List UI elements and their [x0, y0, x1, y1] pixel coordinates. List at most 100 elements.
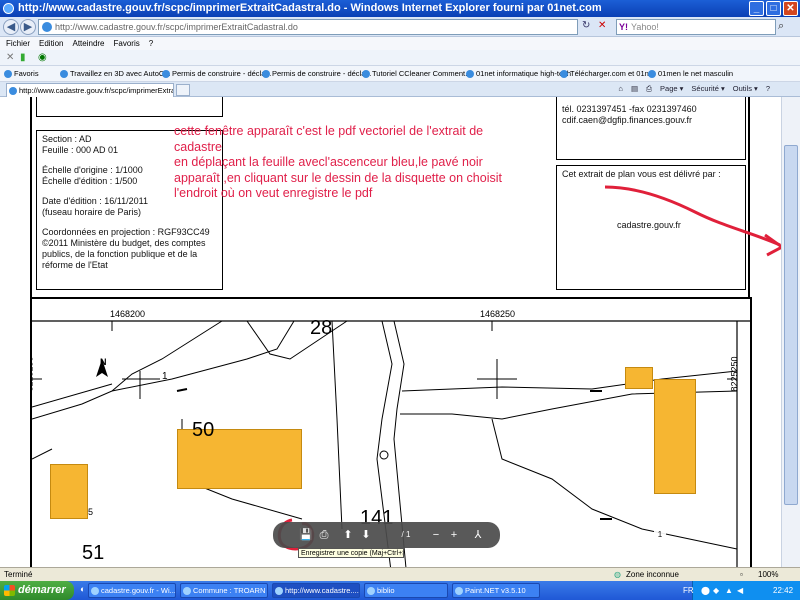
system-tray: FR ⬤ ◆ ▲ ◀ 22:42	[683, 581, 800, 600]
back-icon[interactable]: ◀	[3, 19, 19, 35]
zoom-in-icon[interactable]: +	[447, 528, 461, 542]
window-title: http://www.cadastre.gouv.fr/scpc/imprime…	[18, 2, 602, 14]
menu-file[interactable]: Fichier	[6, 37, 30, 50]
taskbar-item-active[interactable]: http://www.cadastre....	[272, 583, 360, 598]
tab-active[interactable]: http://www.cadastre.gouv.fr/scpc/imprime…	[6, 83, 174, 97]
favorites-button[interactable]: Favoris	[4, 66, 39, 81]
taskbar-item[interactable]: cadastre.gouv.fr - Wi...	[88, 583, 176, 598]
info-copyright-1: ©2011 Ministère du budget, des comptes	[42, 238, 206, 248]
feeds-icon[interactable]: ▤	[631, 84, 638, 94]
parcel-label: 5	[88, 507, 94, 517]
stop-icon[interactable]: ✕	[598, 20, 606, 31]
signal-icon: ▮	[20, 52, 26, 63]
contact-box: tél. 0231397451 -fax 0231397460 cdif.cae…	[556, 97, 746, 160]
zoom-out-icon[interactable]: −	[429, 528, 443, 542]
close-button[interactable]: ✕	[783, 1, 798, 16]
building	[625, 367, 653, 389]
page-total: / 1	[401, 530, 411, 539]
coord-top-right: 1468250	[480, 309, 516, 319]
menu-goto[interactable]: Atteindre	[72, 37, 104, 50]
parcel-label: 1	[162, 371, 168, 382]
page-icon	[42, 22, 52, 32]
vertical-scrollbar[interactable]	[781, 97, 800, 567]
favorite-link[interactable]: 01net informatique high-tech	[466, 66, 571, 81]
close-toolbar-icon[interactable]: ✕	[6, 52, 14, 63]
info-projection: Coordonnées en projection : RGF93CC49	[42, 227, 210, 237]
address-url: http://www.cadastre.gouv.fr/scpc/imprime…	[55, 22, 298, 32]
tools-menu[interactable]: Outils ▾	[733, 84, 758, 94]
contact-email: cdif.caen@dgfip.finances.gouv.fr	[562, 115, 693, 125]
zone-text: Zone inconnue	[626, 570, 679, 579]
menu-help[interactable]: ?	[149, 37, 153, 50]
taskbar-item[interactable]: biblio	[364, 583, 448, 598]
search-input[interactable]: Y! Yahoo!	[616, 19, 776, 35]
taskbar: démarrer ◐ cadastre.gouv.fr - Wi... Comm…	[0, 581, 800, 600]
forward-icon[interactable]: ▶	[20, 19, 36, 35]
tray-icon[interactable]: ◆	[713, 581, 719, 600]
page-number-input[interactable]: 1	[654, 528, 666, 542]
security-menu[interactable]: Sécurité ▾	[691, 84, 724, 94]
annotation-arrow	[604, 185, 781, 257]
save-tooltip: Enregistrer une copie (Maj+Ctrl+S)	[298, 548, 404, 558]
search-icon[interactable]: ⌕	[778, 20, 784, 33]
scrollbar-thumb[interactable]	[784, 145, 798, 505]
status-bar: Terminé ◍ Zone inconnue ▫ 100%	[0, 567, 800, 581]
favorite-link[interactable]: Travaillez en 3D avec AutoC...	[60, 66, 171, 81]
refresh-green-icon[interactable]: ◉	[38, 52, 47, 63]
tray-icon[interactable]: ⬤	[701, 581, 710, 600]
prev-page-icon[interactable]: ⬆	[341, 528, 355, 542]
contact-phone: tél. 0231397451 -fax 0231397460	[562, 104, 697, 114]
page-menu[interactable]: Page ▾	[660, 84, 683, 94]
parcel-label: 51	[82, 542, 105, 564]
globe-icon: ◍	[614, 570, 621, 579]
north-label: N	[100, 357, 107, 367]
pdf-floating-toolbar: 💾 ⎙ ⬆ ⬇ 1 / 1 − + ⅄	[273, 522, 666, 548]
quicklaunch-icon[interactable]: ◐	[80, 584, 85, 594]
favorite-link[interactable]: Permis de construire - décla...	[162, 66, 272, 81]
menu-bar: Fichier Edition Atteindre Favoris ?	[0, 37, 800, 50]
save-copy-icon[interactable]: 💾	[299, 528, 313, 542]
help-icon[interactable]: ?	[766, 84, 770, 94]
language-indicator[interactable]: FR	[683, 581, 694, 600]
acrobat-icon[interactable]: ⅄	[471, 528, 485, 542]
tab-bar: http://www.cadastre.gouv.fr/scpc/imprime…	[0, 82, 800, 97]
refresh-icon[interactable]: ↻	[582, 20, 590, 31]
coord-left: 8225250	[30, 356, 35, 392]
taskbar-item[interactable]: Commune : TROARN ...	[180, 583, 268, 598]
favorites-bar: Favoris Travaillez en 3D avec AutoC... P…	[0, 66, 800, 82]
status-text: Terminé	[4, 570, 33, 579]
favorite-link[interactable]: Télécharger.com et 01net	[560, 66, 655, 81]
maximize-button[interactable]: □	[766, 1, 781, 16]
next-page-icon[interactable]: ⬇	[359, 528, 373, 542]
home-icon[interactable]: ⌂	[618, 84, 623, 94]
pdf-viewer[interactable]: Section : AD Feuille : 000 AD 01 Échelle…	[0, 97, 781, 567]
print-icon[interactable]: ⎙	[646, 84, 652, 94]
annotation-text: cette fenêtre apparaît c'est le pdf vect…	[174, 124, 502, 200]
start-button[interactable]: démarrer	[0, 581, 74, 600]
address-bar-row: ◀ ▶ http://www.cadastre.gouv.fr/scpc/imp…	[0, 17, 800, 37]
favorite-link[interactable]: Tutoriel CCleaner Comment...	[362, 66, 471, 81]
protected-mode-icon: ▫	[740, 570, 743, 579]
new-tab-button[interactable]	[176, 84, 190, 96]
taskbar-item[interactable]: Paint.NET v3.5.10	[452, 583, 540, 598]
building	[654, 379, 696, 494]
volume-icon[interactable]: ◀	[737, 581, 743, 600]
info-copyright-3: réforme de l'Etat	[42, 260, 108, 270]
window-title-bar: http://www.cadastre.gouv.fr/scpc/imprime…	[0, 0, 800, 17]
zoom-level[interactable]: 100%	[758, 568, 778, 581]
favorite-link[interactable]: Permis de construire - décla...	[262, 66, 372, 81]
favorite-link[interactable]: 01men le net masculin	[648, 66, 733, 81]
clock: 22:42	[773, 586, 794, 595]
menu-favorites[interactable]: Favoris	[114, 37, 140, 50]
parcel-label: 28	[310, 317, 333, 339]
toolbar-row: ✕ ▮ ◉	[0, 50, 800, 66]
ie-icon	[3, 3, 14, 14]
minimize-button[interactable]: _	[749, 1, 764, 16]
info-copyright-2: publics, de la fonction publique et de l…	[42, 249, 198, 259]
tray-icon[interactable]: ▲	[725, 581, 733, 600]
parcel-label: 50	[192, 419, 215, 441]
coord-right: 8225250	[729, 356, 740, 392]
address-input[interactable]: http://www.cadastre.gouv.fr/scpc/imprime…	[38, 19, 578, 35]
menu-edit[interactable]: Edition	[39, 37, 63, 50]
print-icon[interactable]: ⎙	[317, 528, 331, 542]
